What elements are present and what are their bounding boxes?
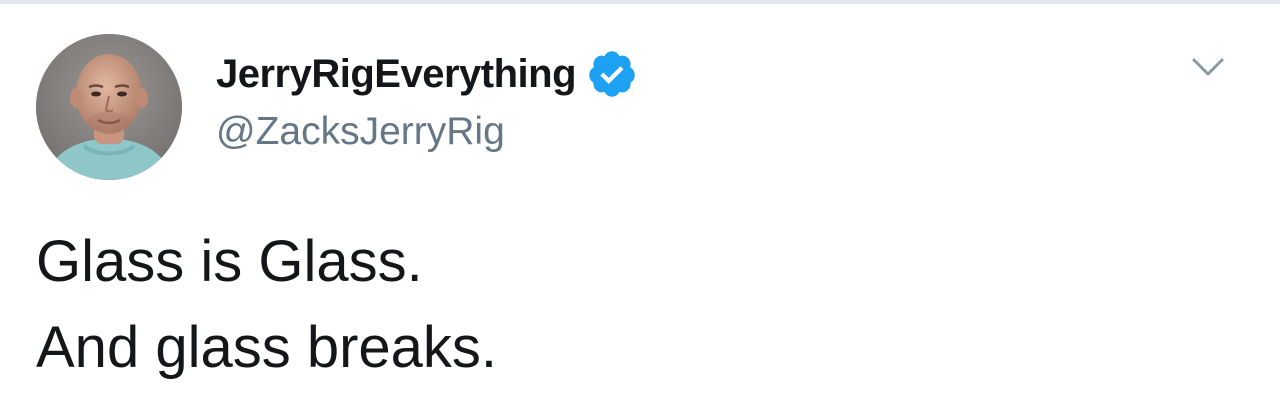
tweet-text-line: Glass is Glass. [36,229,423,294]
author-display-name[interactable]: JerryRigEverything [216,52,577,97]
chevron-down-icon[interactable] [1186,50,1230,84]
tweet-text-line: And glass breaks. [36,315,498,380]
avatar-photo [36,34,182,180]
verified-badge-icon [586,48,638,100]
tweet-card: JerryRigEverything @ZacksJerryRig Glass … [0,0,1280,408]
author-handle[interactable]: @ZacksJerryRig [216,110,505,154]
avatar[interactable] [36,34,182,180]
tweet-text: Glass is Glass. And glass breaks. [36,219,497,391]
author-name-row[interactable]: JerryRigEverything [216,48,638,100]
